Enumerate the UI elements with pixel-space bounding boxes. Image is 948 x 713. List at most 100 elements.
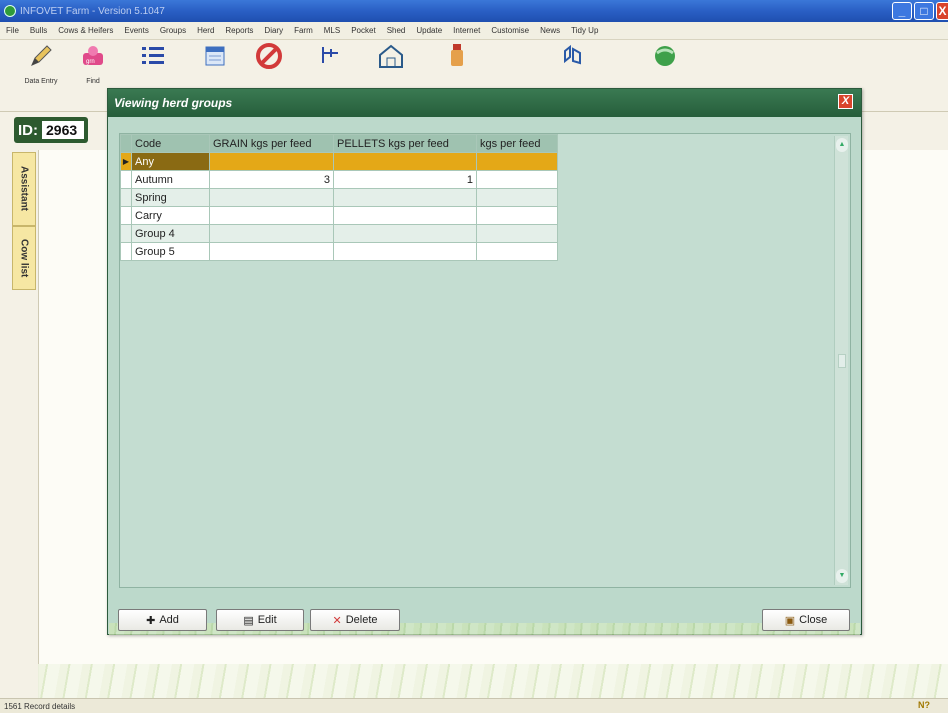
table-row[interactable]: Autumn 3 1 — [120, 170, 558, 189]
cell-pellets[interactable] — [333, 188, 477, 207]
column-header-code[interactable]: Code — [131, 134, 210, 153]
cell-code[interactable]: Group 4 — [131, 224, 210, 243]
window-controls: _ □ X — [892, 2, 948, 20]
scroll-down-icon[interactable]: ▼ — [836, 569, 848, 583]
tab-assistant[interactable]: Assistant — [12, 152, 36, 226]
barn-icon — [377, 42, 405, 70]
scroll-thumb[interactable] — [838, 354, 846, 368]
menu-file[interactable]: File — [6, 26, 19, 35]
menu-bulls[interactable]: Bulls — [30, 26, 47, 35]
cell-grain[interactable] — [209, 242, 334, 261]
grass-decoration — [38, 664, 948, 698]
help-icon[interactable]: N? — [918, 700, 930, 710]
menu-customise[interactable]: Customise — [491, 26, 529, 35]
close-button-label: Close — [799, 614, 828, 626]
tool-no-entry[interactable] — [244, 42, 294, 92]
cell-kgs[interactable] — [476, 242, 558, 261]
svg-text:grn: grn — [86, 59, 95, 65]
cell-code[interactable]: Carry — [131, 206, 210, 225]
cell-pellets[interactable] — [333, 206, 477, 225]
calendar-icon — [201, 42, 229, 70]
cell-code[interactable]: Group 5 — [131, 242, 210, 261]
cell-pellets[interactable] — [333, 242, 477, 261]
tab-cow-list[interactable]: Cow list — [12, 226, 36, 290]
close-window-button[interactable]: X — [936, 2, 948, 20]
status-text: 1561 Record details — [4, 701, 76, 711]
dialog-title: Viewing herd groups — [114, 96, 233, 110]
no-entry-icon — [255, 42, 283, 70]
table-row[interactable]: Spring — [120, 188, 558, 207]
edit-button[interactable]: ▤ Edit — [216, 609, 304, 631]
cell-grain[interactable] — [209, 152, 334, 171]
cell-grain[interactable] — [209, 224, 334, 243]
menu-diary[interactable]: Diary — [264, 26, 283, 35]
tool-find[interactable]: grn Find — [68, 42, 118, 92]
cell-kgs[interactable] — [476, 188, 558, 207]
tag-icon — [559, 42, 587, 70]
groups-grid: Code GRAIN kgs per feed PELLETS kgs per … — [119, 133, 851, 588]
delete-button[interactable]: ✕ Delete — [310, 609, 400, 631]
list-icon — [139, 42, 167, 70]
edit-icon: ▤ — [243, 614, 254, 627]
table-row[interactable]: Group 5 — [120, 242, 558, 261]
column-header-kgs[interactable]: kgs per feed — [476, 134, 558, 153]
cell-code[interactable]: Autumn — [131, 170, 210, 189]
tool-globe[interactable] — [640, 42, 690, 92]
menu-events[interactable]: Events — [124, 26, 148, 35]
menu-shed[interactable]: Shed — [387, 26, 406, 35]
menu-reports[interactable]: Reports — [225, 26, 253, 35]
id-value-field[interactable]: 2963 — [42, 121, 84, 139]
cell-kgs[interactable] — [476, 206, 558, 225]
column-header-grain[interactable]: GRAIN kgs per feed — [209, 134, 334, 153]
menu-tidy-up[interactable]: Tidy Up — [571, 26, 598, 35]
menu-herd[interactable]: Herd — [197, 26, 214, 35]
table-row[interactable]: Carry — [120, 206, 558, 225]
cell-kgs[interactable] — [476, 152, 558, 171]
menu-groups[interactable]: Groups — [160, 26, 186, 35]
grid-vertical-scrollbar[interactable]: ▲ ▼ — [834, 136, 848, 585]
maximize-button[interactable]: □ — [914, 2, 934, 20]
cell-pellets[interactable] — [333, 224, 477, 243]
menu-cows-heifers[interactable]: Cows & Heifers — [58, 26, 113, 35]
current-row-indicator-icon: ▶ — [120, 152, 132, 171]
dialog-titlebar: Viewing herd groups X — [108, 89, 861, 117]
tab-assistant-label: Assistant — [18, 166, 30, 212]
table-row[interactable]: Group 4 — [120, 224, 558, 243]
tool-tree[interactable] — [306, 42, 356, 92]
bottle-icon — [443, 42, 471, 70]
table-row[interactable]: ▶ Any — [120, 152, 558, 171]
dialog-close-icon[interactable]: X — [838, 94, 853, 109]
tool-barn[interactable] — [366, 42, 416, 92]
tool-tag[interactable] — [548, 42, 598, 92]
delete-icon: ✕ — [332, 614, 342, 627]
cell-kgs[interactable] — [476, 224, 558, 243]
menu-farm[interactable]: Farm — [294, 26, 313, 35]
cell-code[interactable]: Spring — [131, 188, 210, 207]
row-indicator-header — [120, 134, 132, 153]
cell-kgs[interactable] — [476, 170, 558, 189]
scroll-up-icon[interactable]: ▲ — [836, 138, 848, 152]
cell-pellets[interactable]: 1 — [333, 170, 477, 189]
add-button-label: Add — [159, 614, 179, 626]
column-header-pellets[interactable]: PELLETS kgs per feed — [333, 134, 477, 153]
menu-internet[interactable]: Internet — [453, 26, 480, 35]
minimize-button[interactable]: _ — [892, 2, 912, 20]
tool-data-entry[interactable]: Data Entry — [16, 42, 66, 92]
menu-mls[interactable]: MLS — [324, 26, 340, 35]
tool-list[interactable] — [128, 42, 178, 92]
delete-button-label: Delete — [345, 614, 378, 626]
close-button[interactable]: ▣ Close — [762, 609, 850, 631]
cell-grain[interactable]: 3 — [209, 170, 334, 189]
cow-icon: grn — [79, 42, 107, 70]
cell-grain[interactable] — [209, 188, 334, 207]
tool-bottle[interactable] — [432, 42, 482, 92]
cell-grain[interactable] — [209, 206, 334, 225]
cell-pellets[interactable] — [333, 152, 477, 171]
cell-code[interactable]: Any — [131, 152, 210, 171]
menu-update[interactable]: Update — [416, 26, 442, 35]
window-titlebar: INFOVET Farm - Version 5.1047 _ □ X — [0, 0, 948, 22]
tool-calendar[interactable] — [190, 42, 240, 92]
menu-news[interactable]: News — [540, 26, 560, 35]
menu-pocket[interactable]: Pocket — [351, 26, 375, 35]
add-button[interactable]: ✚ Add — [118, 609, 207, 631]
